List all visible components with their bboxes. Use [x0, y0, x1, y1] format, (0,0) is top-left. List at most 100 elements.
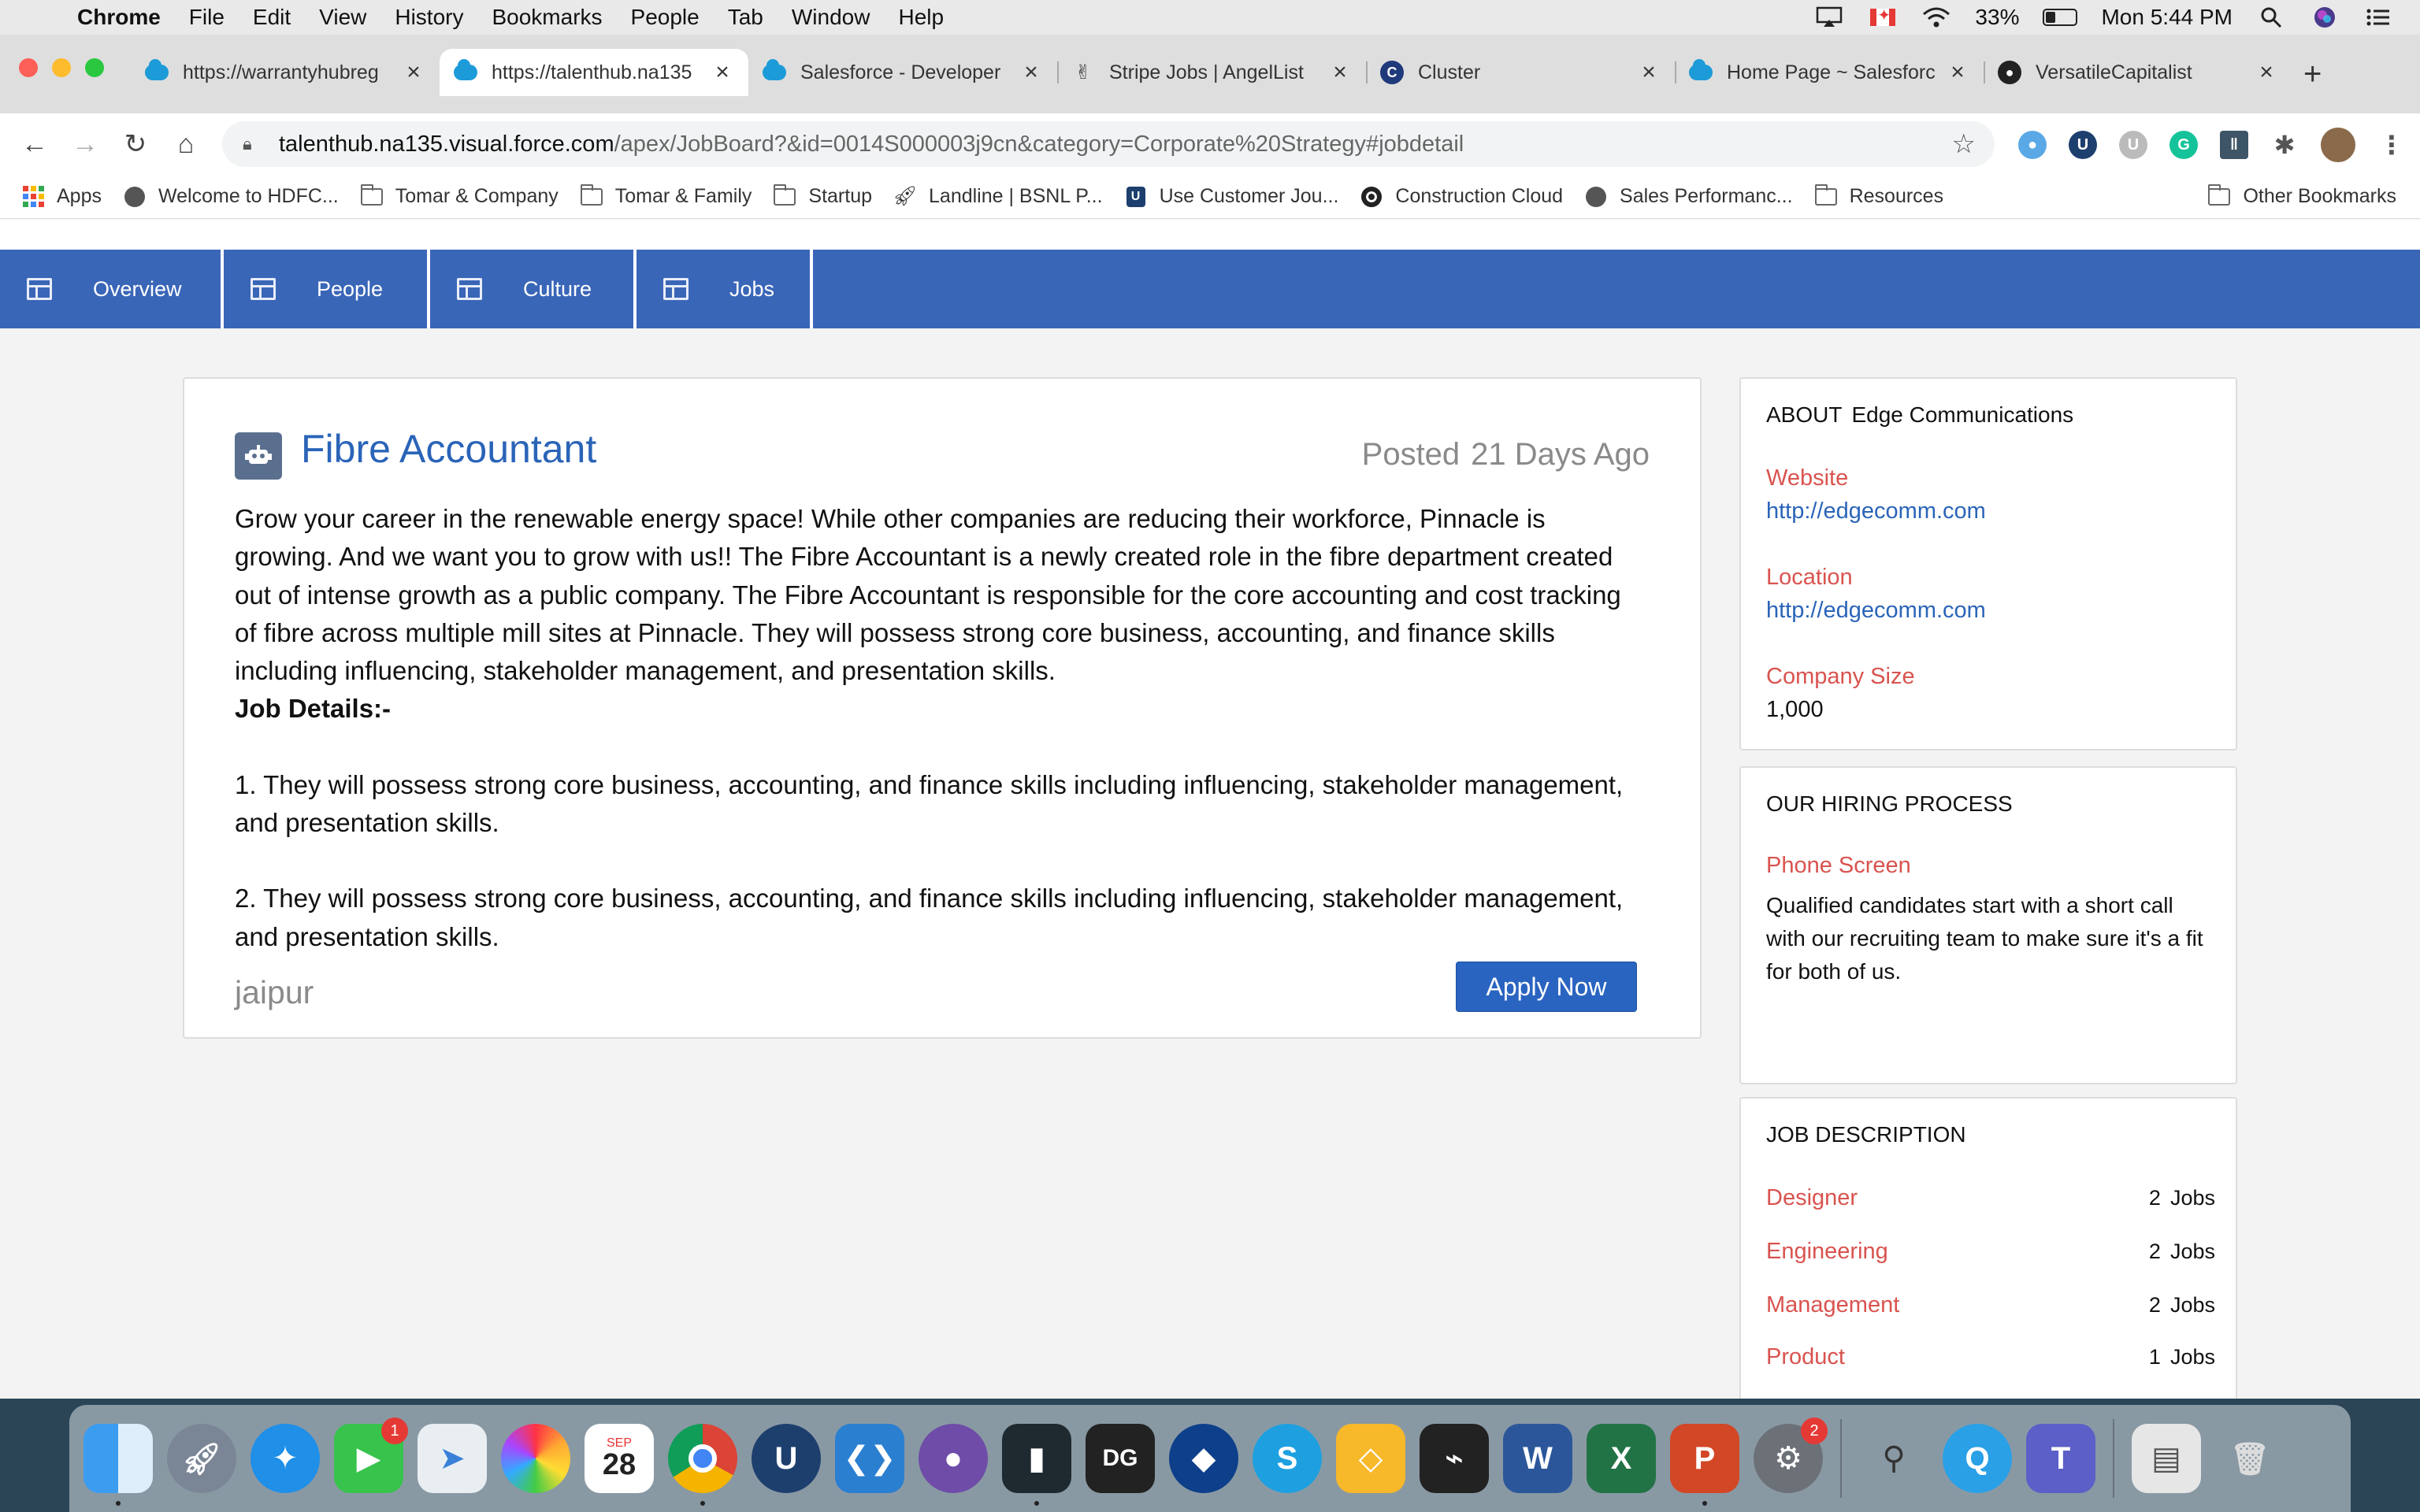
quicktime-icon[interactable]: Q [1943, 1424, 2012, 1493]
maps-icon[interactable]: ➤ [418, 1424, 487, 1493]
chrome-icon[interactable] [668, 1424, 737, 1506]
job-category-name[interactable]: Product [1766, 1344, 1845, 1370]
close-tab-icon[interactable]: × [2255, 59, 2278, 86]
menu-tab[interactable]: Tab [728, 5, 763, 30]
apply-now-button[interactable]: Apply Now [1456, 962, 1637, 1012]
lock-icon[interactable]: 🔒︎ [243, 134, 262, 154]
safari-compass-icon[interactable]: ✦ [251, 1424, 320, 1493]
bookmark-customer-journey[interactable]: U Use Customer Jou... [1125, 185, 1338, 208]
bookmark-tomar-family[interactable]: Tomar & Family [580, 183, 752, 208]
bookmark-construction-cloud[interactable]: Construction Cloud [1360, 185, 1563, 208]
reload-icon[interactable]: ↻ [120, 128, 151, 160]
ai-robot-icon[interactable]: ⚲ [1859, 1424, 1928, 1493]
job-category-row[interactable]: Product 1 Jobs [1766, 1344, 2215, 1370]
close-tab-icon[interactable]: × [711, 59, 734, 86]
location-link[interactable]: http://edgecomm.com [1766, 598, 1986, 624]
tab-stripe-jobs[interactable]: ✌ Stripe Jobs | AngelList × [1057, 49, 1366, 96]
canada-flag-icon[interactable] [1868, 6, 1898, 28]
menu-edit[interactable]: Edit [253, 5, 291, 30]
acrobat-icon[interactable]: ⌁ [1420, 1424, 1489, 1493]
job-category-name[interactable]: Management [1766, 1292, 1899, 1318]
tab-salesforce-home[interactable]: Home Page ~ Salesforc × [1675, 49, 1984, 96]
u-extension-icon[interactable]: U [2069, 131, 2097, 159]
trash-icon[interactable]: 🗑︎ [2215, 1424, 2285, 1493]
wifi-icon[interactable] [1921, 6, 1951, 28]
close-tab-icon[interactable]: × [1946, 59, 1969, 86]
facetime-icon[interactable]: ▶ 1 [334, 1418, 408, 1493]
job-category-name[interactable]: Designer [1766, 1185, 1858, 1211]
tab-warrantyhub[interactable]: https://warrantyhubreg × [131, 49, 440, 96]
home-icon[interactable]: ⌂ [170, 128, 202, 160]
system-preferences-gear-icon[interactable]: ⚙ 2 [1754, 1418, 1828, 1493]
nav-tab-culture[interactable]: Culture [430, 250, 637, 328]
nav-tab-jobs[interactable]: Jobs [637, 250, 813, 328]
clock[interactable]: Mon 5:44 PM [2101, 5, 2233, 30]
vscode-icon[interactable]: ❮❯ [835, 1424, 904, 1493]
menu-history[interactable]: History [395, 5, 463, 30]
menu-chrome[interactable]: Chrome [77, 5, 161, 30]
launchpad-rocket-icon[interactable]: 🚀︎ [167, 1424, 236, 1493]
finder-icon[interactable] [84, 1424, 153, 1506]
downloads-stack-icon[interactable]: ▤ [2132, 1424, 2201, 1493]
bookmark-hdfc[interactable]: Welcome to HDFC... [124, 185, 339, 208]
bookmark-sales-performance[interactable]: Sales Performanc... [1585, 185, 1793, 208]
close-tab-icon[interactable]: × [402, 59, 425, 86]
control-center-list-icon[interactable] [2363, 6, 2393, 28]
u-grey-extension-icon[interactable]: U [2119, 131, 2147, 159]
dashlane-icon[interactable]: ▮ [1002, 1424, 1071, 1506]
profile-avatar[interactable] [2321, 128, 2355, 162]
word-icon[interactable]: W [1503, 1424, 1572, 1493]
zoom-window-button[interactable] [85, 58, 104, 77]
job-category-row[interactable]: Designer 2 Jobs [1766, 1185, 2215, 1211]
grammarly-extension-icon[interactable]: G [2169, 131, 2198, 159]
address-bar[interactable]: 🔒︎ talenthub.na135.visual.force.com/apex… [222, 121, 1995, 167]
calendar-icon[interactable]: SEP 28 [585, 1424, 654, 1493]
menu-help[interactable]: Help [898, 5, 944, 30]
job-category-row[interactable]: Engineering 2 Jobs [1766, 1239, 2215, 1265]
menu-bookmarks[interactable]: Bookmarks [492, 5, 602, 30]
menu-view[interactable]: View [319, 5, 366, 30]
teams-icon[interactable]: T [2026, 1424, 2095, 1493]
bookmark-startup[interactable]: Startup [774, 183, 872, 208]
new-tab-plus-icon[interactable]: + [2303, 57, 2322, 92]
sketch-icon[interactable]: ◇ [1336, 1424, 1405, 1493]
bookmark-other-bookmarks[interactable]: Other Bookmarks [2208, 183, 2396, 208]
skype-icon[interactable]: S [1253, 1424, 1322, 1493]
nav-tab-overview[interactable]: Overview [0, 250, 224, 328]
job-category-name[interactable]: Engineering [1766, 1239, 1888, 1265]
close-window-button[interactable] [19, 58, 38, 77]
powerpoint-icon[interactable]: P [1670, 1424, 1739, 1506]
photos-icon[interactable] [501, 1424, 570, 1493]
back-arrow-icon[interactable]: ← [19, 128, 50, 160]
datagrip-icon[interactable]: DG [1086, 1424, 1155, 1493]
close-tab-icon[interactable]: × [1637, 59, 1661, 86]
extensions-puzzle-icon[interactable]: ✱ [2270, 131, 2299, 159]
tab-cluster[interactable]: C Cluster × [1366, 49, 1675, 96]
nav-tab-people[interactable]: People [224, 250, 430, 328]
battery-icon[interactable] [2043, 9, 2078, 26]
more-menu-icon[interactable]: ⋮ [2377, 131, 2406, 159]
bookmark-bsnl[interactable]: 🚀︎ Landline | BSNL P... [893, 185, 1102, 208]
spotlight-search-icon[interactable] [2256, 6, 2286, 28]
excel-icon[interactable]: X [1587, 1424, 1656, 1493]
menu-people[interactable]: People [631, 5, 700, 30]
airplay-icon[interactable] [1814, 6, 1844, 28]
menu-file[interactable]: File [189, 5, 225, 30]
minimize-window-button[interactable] [52, 58, 71, 77]
close-tab-icon[interactable]: × [1019, 59, 1043, 86]
bookmark-resources[interactable]: Resources [1814, 183, 1943, 208]
u-app-icon[interactable]: U [752, 1424, 821, 1493]
github-desktop-icon[interactable]: ● [919, 1424, 988, 1493]
job-title[interactable]: Fibre Accountant [301, 426, 596, 472]
tab-versatilecapitalist[interactable]: ● VersatileCapitalist × [1984, 49, 2292, 96]
bars-extension-icon[interactable]: ‖ [2220, 131, 2248, 159]
tab-talenthub[interactable]: https://talenthub.na135 × [440, 49, 748, 96]
ghostery-extension-icon[interactable]: ● [2018, 131, 2047, 159]
close-tab-icon[interactable]: × [1328, 59, 1352, 86]
forward-arrow-icon[interactable]: → [69, 128, 101, 160]
menu-window[interactable]: Window [792, 5, 870, 30]
tab-salesforce-developer[interactable]: Salesforce - Developer × [748, 49, 1057, 96]
siri-icon[interactable] [2310, 6, 2340, 28]
job-category-row[interactable]: Management 2 Jobs [1766, 1292, 2215, 1318]
website-link[interactable]: http://edgecomm.com [1766, 498, 1986, 524]
